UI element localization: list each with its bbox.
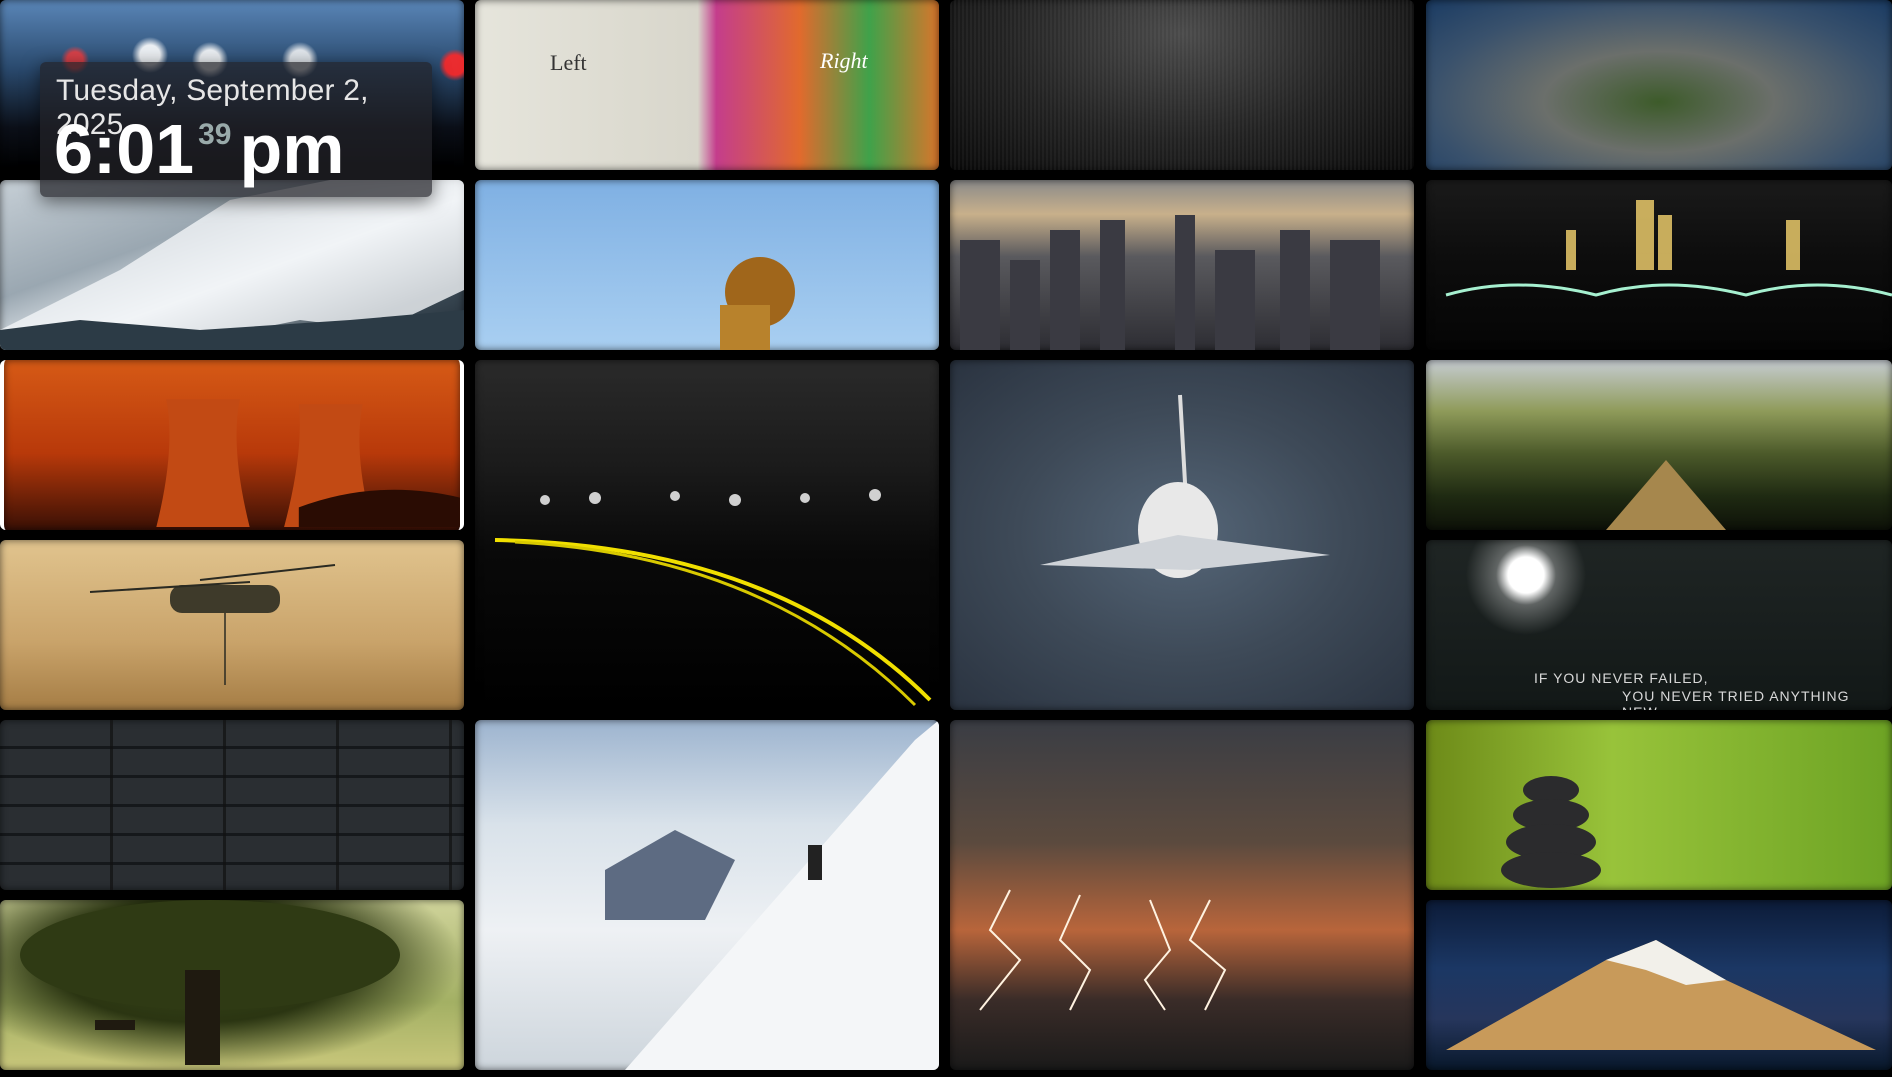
lightning-storm-tile[interactable] bbox=[950, 720, 1414, 1070]
right-label: Right bbox=[820, 48, 868, 73]
lion-icon bbox=[720, 257, 795, 350]
mountain-climber-tile[interactable] bbox=[475, 720, 939, 1070]
skyline-silhouette bbox=[960, 215, 1380, 350]
dark-carbon-texture-tile[interactable] bbox=[950, 0, 1414, 170]
aerial-city-park-tile[interactable] bbox=[1426, 0, 1892, 170]
volcano-silhouette bbox=[1446, 940, 1876, 1050]
canoe-icon bbox=[1606, 460, 1726, 530]
quote-line-1: IF YOU NEVER FAILED, bbox=[1534, 670, 1709, 686]
snow-ridge bbox=[605, 720, 939, 1070]
space-shuttle-tile[interactable] bbox=[950, 360, 1414, 710]
left-right-brain-tile[interactable]: Left Right bbox=[475, 0, 939, 170]
tree-sunlight-tile[interactable] bbox=[0, 900, 464, 1070]
volcano-night-sky-tile[interactable] bbox=[1426, 900, 1892, 1070]
zen-stones-icon bbox=[1501, 776, 1601, 888]
helicopter-icon bbox=[89, 564, 336, 685]
zen-stones-bamboo-tile[interactable] bbox=[1426, 720, 1892, 890]
cooling-towers-silhouette bbox=[156, 399, 460, 528]
space-shuttle-icon bbox=[1040, 394, 1330, 578]
new-york-skyline-tile[interactable] bbox=[950, 180, 1414, 350]
bridge-lights bbox=[1445, 200, 1892, 297]
bokeh-quote-tile[interactable]: IF YOU NEVER FAILED, YOU NEVER TRIED ANY… bbox=[1426, 540, 1892, 710]
mountain-silhouette bbox=[0, 180, 464, 350]
tree-silhouette bbox=[20, 900, 400, 1065]
clock-widget: Tuesday, September 2, 2025 6:01 39 pm bbox=[40, 62, 432, 197]
night-bridge-city-tile[interactable] bbox=[1426, 180, 1892, 350]
time-display: 6:01 39 pm bbox=[54, 114, 344, 184]
time-value: 6:01 bbox=[54, 110, 195, 188]
night-road-light-trails-tile[interactable] bbox=[475, 360, 939, 710]
lake-canoe-tile[interactable] bbox=[1426, 360, 1892, 530]
helicopter-dust-tile[interactable] bbox=[0, 540, 464, 710]
snowy-mountain-tile[interactable] bbox=[0, 180, 464, 350]
left-label: Left bbox=[550, 50, 587, 75]
seconds-value: 39 bbox=[198, 118, 232, 151]
cooling-towers-sunset-tile[interactable] bbox=[0, 360, 464, 530]
lion-sky-tile[interactable] bbox=[475, 180, 939, 350]
ampm-value: pm bbox=[239, 110, 345, 188]
stone-wall-tile[interactable] bbox=[0, 720, 464, 890]
quote-line-2: YOU NEVER TRIED ANYTHING NEW. bbox=[1622, 688, 1850, 710]
light-trails bbox=[494, 489, 932, 707]
lightning-bolts bbox=[979, 889, 1227, 1011]
